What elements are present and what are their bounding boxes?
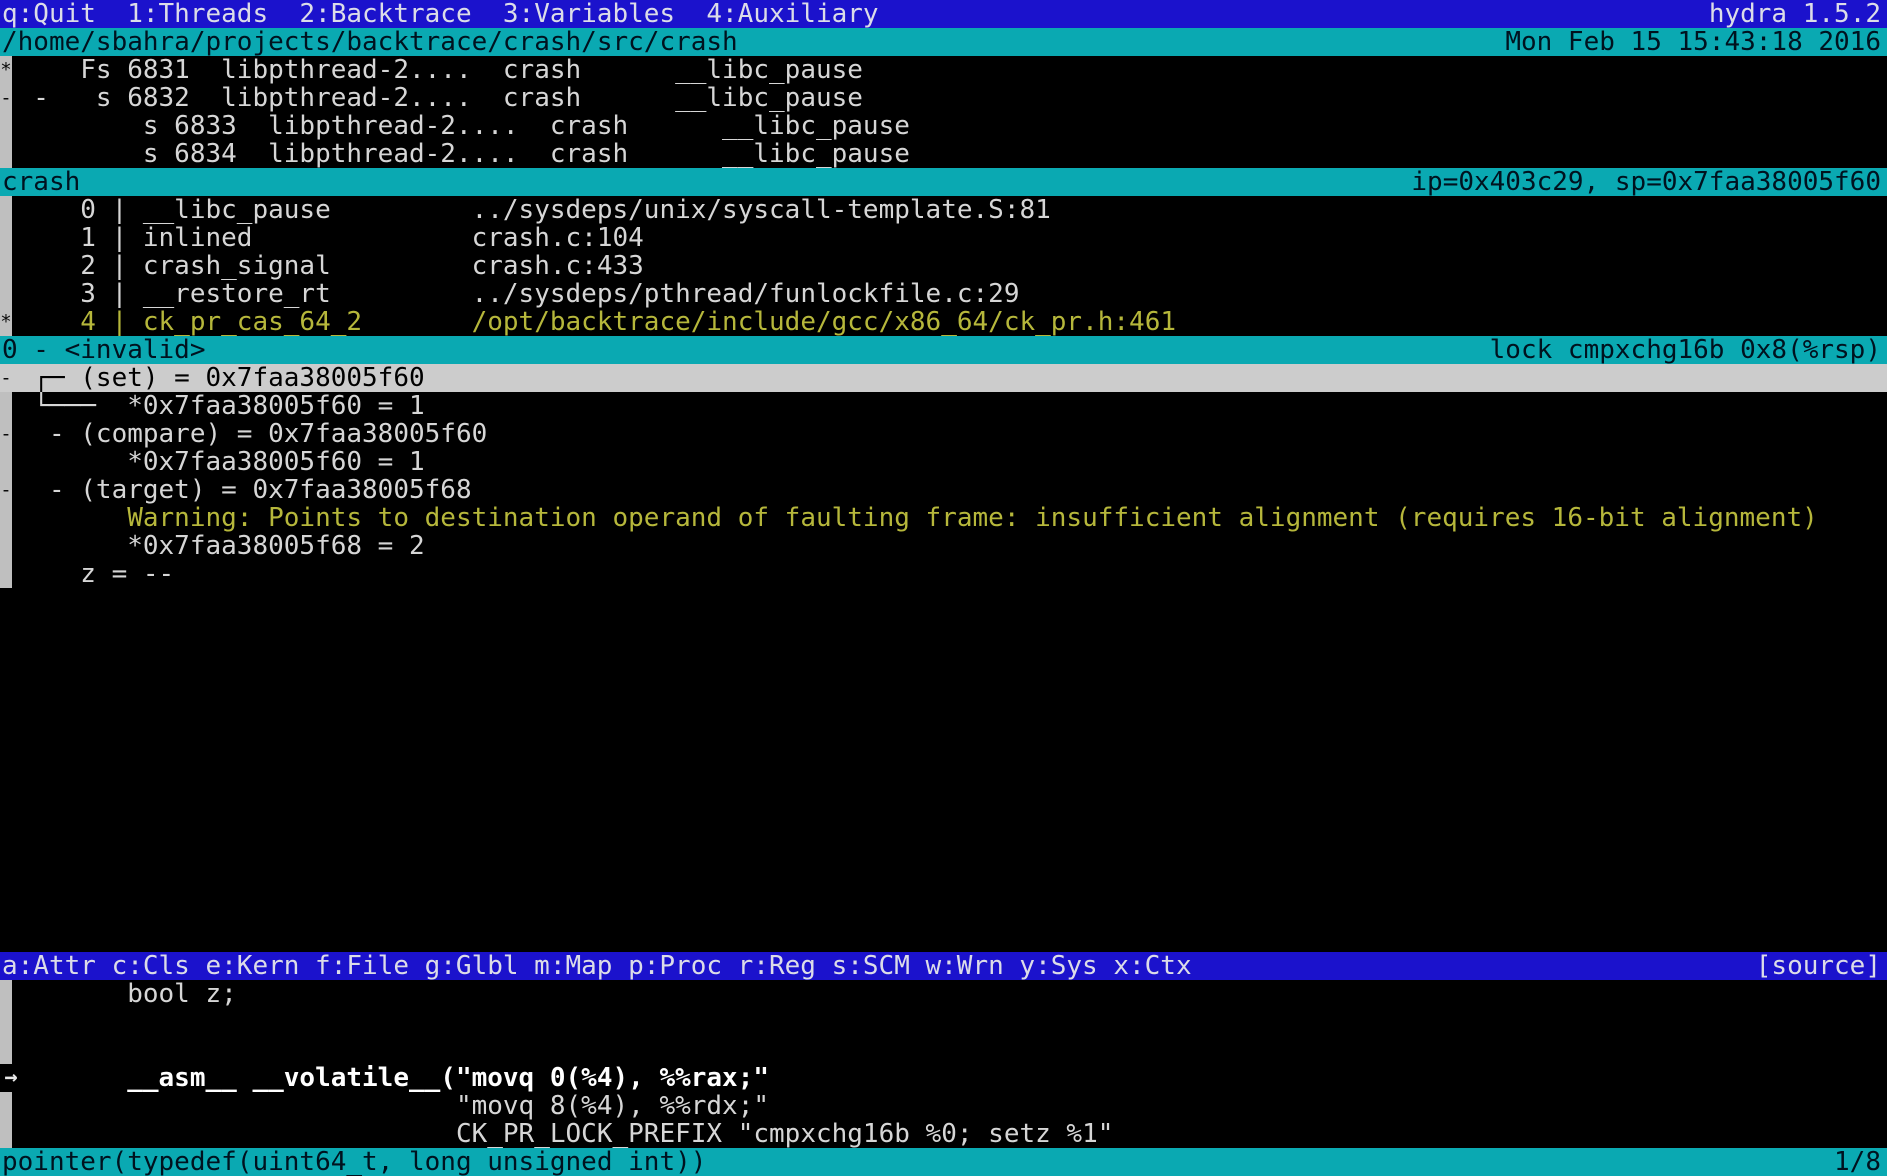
menu-sys[interactable]: y:Sys [1019, 952, 1097, 980]
menu-variables[interactable]: 3:Variables [503, 0, 675, 28]
threads-pane: * Fs 6831 libpthread-2.... crash __libc_… [0, 56, 1887, 168]
working-path: /home/sbahra/projects/backtrace/crash/sr… [2, 28, 738, 56]
variables-pane: - ┌─ (set) = 0x7faa38005f60 └─── *0x7faa… [0, 364, 1887, 588]
source-line[interactable] [0, 1008, 1887, 1036]
menu-glbl[interactable]: g:Glbl [425, 952, 519, 980]
path-bar: /home/sbahra/projects/backtrace/crash/sr… [0, 28, 1887, 56]
variable-row-text: Warning: Points to destination operand o… [2, 504, 1818, 532]
thread-row[interactable]: - - s 6832 libpthread-2.... crash __libc… [0, 84, 1887, 112]
menu-auxiliary[interactable]: 4:Auxiliary [706, 0, 878, 28]
source-line-text: bool z; [2, 980, 237, 1008]
menu-cls[interactable]: c:Cls [112, 952, 190, 980]
variable-row-text: - (target) = 0x7faa38005f68 [2, 476, 472, 504]
menu-file[interactable]: f:File [315, 952, 409, 980]
variable-row[interactable]: *0x7faa38005f68 = 2 [0, 532, 1887, 560]
frame-registers: ip=0x403c29, sp=0x7faa38005f60 [1411, 168, 1881, 196]
source-line[interactable]: "movq 8(%4), %%rdx;" [0, 1092, 1887, 1120]
clock: Mon Feb 15 15:43:18 2016 [1505, 28, 1881, 56]
status-bar: pointer(typedef(uint64_t, long unsigned … [0, 1148, 1887, 1176]
thread-row-text: s 6833 libpthread-2.... crash __libc_pau… [2, 112, 910, 140]
variable-row-text: z = -- [2, 560, 174, 588]
variable-row-text: └─── *0x7faa38005f60 = 1 [2, 392, 425, 420]
title-bar: q:Quit 1:Threads 2:Backtrace 3:Variables 4:A… [0, 0, 1887, 28]
menu-reg[interactable]: r:Reg [738, 952, 816, 980]
source-line[interactable]: CK_PR_LOCK_PREFIX "cmpxchg16b %0; setz %… [0, 1120, 1887, 1148]
source-line[interactable]: → __asm__ __volatile__("movq 0(%4), %%ra… [0, 1064, 1887, 1092]
scrollbar-thumb [0, 1036, 12, 1064]
item-position: 1/8 [1834, 1148, 1881, 1176]
backtrace-row-text: 3 | __restore_rt ../sysdeps/pthread/funl… [2, 280, 1019, 308]
source-line-text: __asm__ __volatile__("movq 0(%4), %%rax;… [2, 1064, 769, 1092]
variable-row[interactable]: z = -- [0, 560, 1887, 588]
thread-row-text: - s 6832 libpthread-2.... crash __libc_p… [2, 84, 863, 112]
backtrace-pane: 0 | __libc_pause ../sysdeps/unix/syscall… [0, 196, 1887, 336]
source-line[interactable] [0, 1036, 1887, 1064]
variable-row[interactable]: - - (compare) = 0x7faa38005f60 [0, 420, 1887, 448]
source-pane: bool z; → __asm__ __volatile__("movq 0(%4… [0, 980, 1887, 1148]
menu-ctx[interactable]: x:Ctx [1113, 952, 1191, 980]
scrollbar-thumb [0, 1008, 12, 1036]
type-info: pointer(typedef(uint64_t, long unsigned … [2, 1148, 706, 1176]
disasm-bar: 0 - <invalid> lock cmpxchg16b 0x8(%rsp) [0, 336, 1887, 364]
variable-row-text: *0x7faa38005f60 = 1 [2, 448, 425, 476]
variable-row[interactable]: - - (target) = 0x7faa38005f68 [0, 476, 1887, 504]
backtrace-row-text: 0 | __libc_pause ../sysdeps/unix/syscall… [2, 196, 1051, 224]
source-line-text: CK_PR_LOCK_PREFIX "cmpxchg16b %0; setz %… [2, 1120, 1113, 1148]
source-menu: a:Attr c:Cls e:Kern f:File g:Glbl m:Map p:Proc… [2, 952, 1207, 980]
variable-row[interactable]: Warning: Points to destination operand o… [0, 504, 1887, 532]
variable-row-text: ┌─ (set) = 0x7faa38005f60 [2, 364, 425, 392]
disasm-instruction: lock cmpxchg16b 0x8(%rsp) [1490, 336, 1881, 364]
thread-row[interactable]: * Fs 6831 libpthread-2.... crash __libc_… [0, 56, 1887, 84]
menu-map[interactable]: m:Map [534, 952, 612, 980]
backtrace-row[interactable]: 1 | inlined crash.c:104 [0, 224, 1887, 252]
view-mode-badge: [source] [1756, 952, 1881, 980]
variable-row-text: - (compare) = 0x7faa38005f60 [2, 420, 487, 448]
frame-name: crash [2, 168, 80, 196]
thread-row[interactable]: s 6833 libpthread-2.... crash __libc_pau… [0, 112, 1887, 140]
thread-row[interactable]: s 6834 libpthread-2.... crash __libc_pau… [0, 140, 1887, 168]
variables-pane-empty-space [0, 588, 1887, 952]
backtrace-row-text: 2 | crash_signal crash.c:433 [2, 252, 644, 280]
variable-row[interactable]: *0x7faa38005f60 = 1 [0, 448, 1887, 476]
menu-attr[interactable]: a:Attr [2, 952, 96, 980]
menu-threads[interactable]: 1:Threads [127, 0, 268, 28]
thread-row-text: s 6834 libpthread-2.... crash __libc_pau… [2, 140, 910, 168]
backtrace-row-text: 1 | inlined crash.c:104 [2, 224, 644, 252]
backtrace-row[interactable]: 0 | __libc_pause ../sysdeps/unix/syscall… [0, 196, 1887, 224]
main-menu: q:Quit 1:Threads 2:Backtrace 3:Variables 4:A… [2, 0, 910, 28]
menu-scm[interactable]: s:SCM [832, 952, 910, 980]
menu-proc[interactable]: p:Proc [628, 952, 722, 980]
menu-quit[interactable]: q:Quit [2, 0, 96, 28]
menu-kern[interactable]: e:Kern [205, 952, 299, 980]
source-line[interactable]: bool z; [0, 980, 1887, 1008]
variable-row-text: *0x7faa38005f68 = 2 [2, 532, 425, 560]
variable-row[interactable]: └─── *0x7faa38005f60 = 1 [0, 392, 1887, 420]
frame-bar: crash ip=0x403c29, sp=0x7faa38005f60 [0, 168, 1887, 196]
backtrace-row[interactable]: 2 | crash_signal crash.c:433 [0, 252, 1887, 280]
menu-backtrace[interactable]: 2:Backtrace [299, 0, 471, 28]
thread-row-text: Fs 6831 libpthread-2.... crash __libc_pa… [2, 56, 863, 84]
source-menu-bar: a:Attr c:Cls e:Kern f:File g:Glbl m:Map p:Proc… [0, 952, 1887, 980]
menu-wrn[interactable]: w:Wrn [926, 952, 1004, 980]
backtrace-row[interactable]: * 4 | ck_pr_cas_64_2 /opt/backtrace/incl… [0, 308, 1887, 336]
source-line-text: "movq 8(%4), %%rdx;" [2, 1092, 769, 1120]
backtrace-row[interactable]: 3 | __restore_rt ../sysdeps/pthread/funl… [0, 280, 1887, 308]
backtrace-row-text: 4 | ck_pr_cas_64_2 /opt/backtrace/includ… [2, 308, 1176, 336]
app-version: hydra 1.5.2 [1709, 0, 1881, 28]
variable-row[interactable]: - ┌─ (set) = 0x7faa38005f60 [0, 364, 1887, 392]
disasm-frame-label: 0 - <invalid> [2, 336, 206, 364]
hydra-debugger-window: q:Quit 1:Threads 2:Backtrace 3:Variables 4:A… [0, 0, 1887, 1176]
